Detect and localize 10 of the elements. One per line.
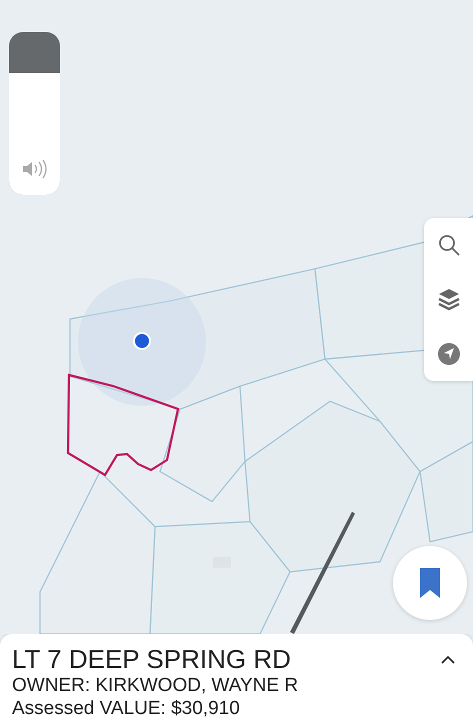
bookmark-icon [420, 568, 440, 598]
assessed-value: Assessed VALUE: $30,910 [12, 697, 241, 720]
locate-icon[interactable] [436, 342, 460, 366]
layers-icon[interactable] [436, 287, 460, 312]
parcel-address: LT 7 DEEP SPRING RD [12, 644, 291, 674]
speaker-icon [21, 159, 49, 179]
owner-text: OWNER: KIRKWOOD, WAYNE R [12, 674, 300, 697]
volume-slider[interactable] [9, 32, 60, 195]
chevron-icon[interactable] [441, 656, 455, 664]
search-icon[interactable] [436, 233, 460, 258]
